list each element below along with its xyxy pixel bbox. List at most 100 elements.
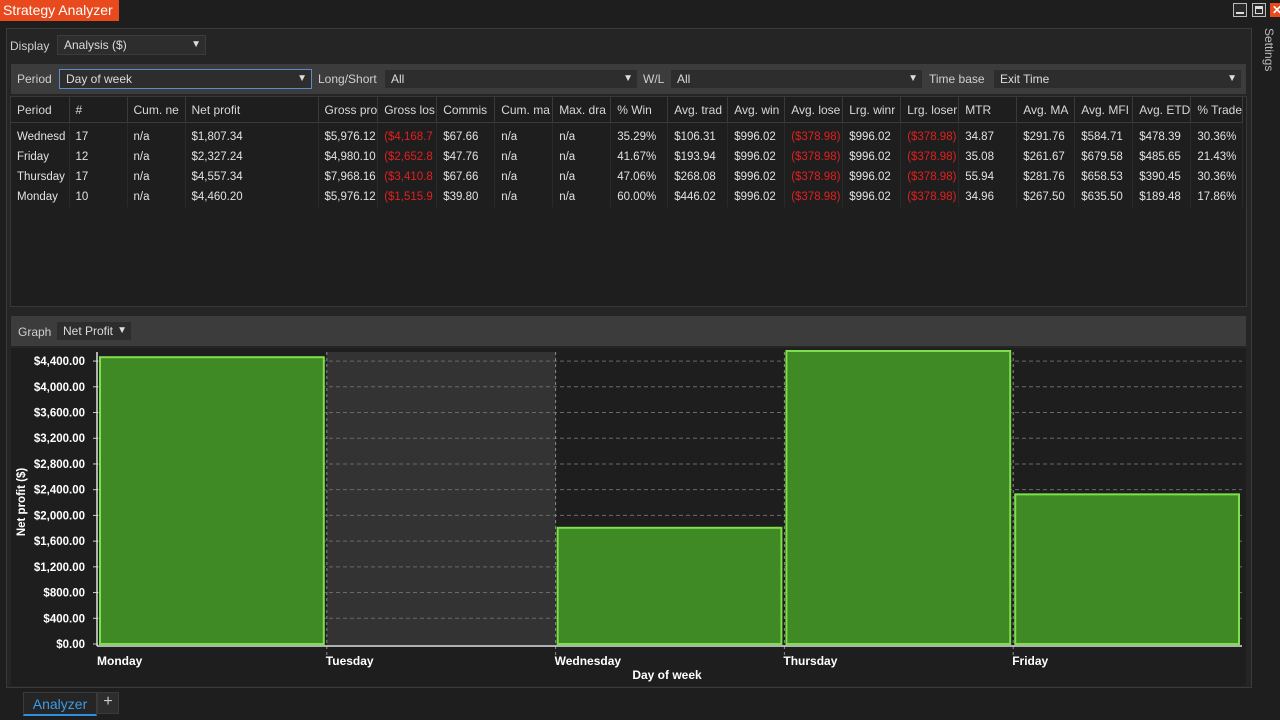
table-cell: $47.76 bbox=[436, 147, 496, 167]
table-cell: 35.08 bbox=[958, 147, 1018, 167]
display-select-value: Analysis ($) bbox=[64, 38, 127, 52]
table-row[interactable]: Friday 12 n/a $2,327.24 $4,980.10 ($2,652.8 $4… bbox=[11, 147, 1244, 167]
table-cell: Friday bbox=[11, 147, 70, 167]
bottom-tab-bar bbox=[0, 690, 1280, 720]
table-cell: $193.94 bbox=[667, 147, 729, 167]
column-header[interactable]: Avg. win bbox=[727, 97, 786, 123]
chevron-down-icon: ▼ bbox=[191, 39, 201, 50]
table-cell: 12 bbox=[69, 147, 128, 167]
title-bar: Strategy Analyzer ✕ bbox=[0, 0, 1280, 22]
table-cell: 60.00% bbox=[610, 187, 669, 207]
column-header[interactable]: Gross pro bbox=[318, 97, 379, 123]
column-header[interactable]: Max. dra bbox=[552, 97, 612, 123]
column-header[interactable]: Lrg. winr bbox=[842, 97, 902, 123]
column-header[interactable]: Net profit bbox=[185, 97, 319, 123]
table-cell: 30.36% bbox=[1190, 167, 1244, 187]
column-header[interactable]: Cum. ma bbox=[494, 97, 554, 123]
period-select[interactable]: Day of week ▼ bbox=[59, 69, 312, 89]
table-cell: 10 bbox=[69, 187, 128, 207]
table-cell: $446.02 bbox=[667, 187, 729, 207]
chevron-down-icon: ▼ bbox=[623, 73, 633, 84]
window-title: Strategy Analyzer bbox=[0, 0, 119, 21]
table-cell: $291.76 bbox=[1016, 122, 1076, 147]
table-cell: Thursday bbox=[11, 167, 70, 187]
maximize-icon[interactable] bbox=[1252, 3, 1266, 17]
table-cell: ($378.98) bbox=[900, 147, 960, 167]
column-header[interactable]: Period bbox=[11, 97, 70, 123]
table-cell: 35.29% bbox=[610, 122, 669, 147]
table-cell: $4,557.34 bbox=[185, 167, 319, 187]
table-cell: $39.80 bbox=[436, 187, 496, 207]
y-tick-label: $1,200.00 bbox=[34, 562, 85, 574]
table-cell: ($4,168.7 bbox=[377, 122, 438, 147]
graph-bar: Graph Net Profit ▼ bbox=[11, 316, 1246, 346]
table-cell: $2,327.24 bbox=[185, 147, 319, 167]
y-tick-label: $0.00 bbox=[56, 639, 85, 651]
table-cell: $268.08 bbox=[667, 167, 729, 187]
column-header[interactable]: Commis bbox=[436, 97, 496, 123]
column-header[interactable]: % Trade bbox=[1190, 97, 1244, 123]
column-header[interactable]: Avg. ETD bbox=[1132, 97, 1192, 123]
table-cell: $1,807.34 bbox=[185, 122, 319, 147]
table-cell: 30.36% bbox=[1190, 122, 1244, 147]
add-tab-button[interactable]: + bbox=[97, 692, 119, 714]
table-row[interactable]: Thursday 17 n/a $4,557.34 $7,968.16 ($3,410.8… bbox=[11, 167, 1244, 187]
column-header[interactable]: # bbox=[69, 97, 128, 123]
table-cell: 55.94 bbox=[958, 167, 1018, 187]
table-cell: n/a bbox=[552, 147, 612, 167]
minimize-icon[interactable] bbox=[1233, 3, 1247, 17]
x-tick-label: Thursday bbox=[783, 654, 837, 668]
table-cell: 34.87 bbox=[958, 122, 1018, 147]
timebase-select[interactable]: Exit Time ▼ bbox=[993, 69, 1242, 89]
close-icon[interactable]: ✕ bbox=[1270, 3, 1280, 17]
table-cell: $996.02 bbox=[842, 147, 902, 167]
table-row[interactable]: Wednesd 17 n/a $1,807.34 $5,976.12 ($4,168.7 $… bbox=[11, 122, 1244, 147]
chart-panel: $0.00 $400.00 $800.00 $1,200.00 $1,600.00 $2,… bbox=[11, 348, 1246, 686]
y-tick-label: $400.00 bbox=[43, 613, 85, 625]
column-header[interactable]: Avg. MFI bbox=[1074, 97, 1134, 123]
display-select[interactable]: Analysis ($) ▼ bbox=[57, 35, 206, 55]
timebase-select-value: Exit Time bbox=[1000, 72, 1050, 86]
table-cell: $267.50 bbox=[1016, 187, 1076, 207]
table-cell: Monday bbox=[11, 187, 70, 207]
longshort-select[interactable]: All ▼ bbox=[384, 69, 638, 89]
column-header[interactable]: Gross los bbox=[377, 97, 438, 123]
settings-side-tab[interactable]: Settings bbox=[1262, 26, 1280, 76]
chevron-down-icon: ▼ bbox=[297, 73, 307, 84]
table-cell: Wednesd bbox=[11, 122, 70, 147]
bar-thursday bbox=[785, 349, 1012, 645]
graph-select[interactable]: Net Profit ▼ bbox=[56, 321, 132, 341]
column-header[interactable]: Avg. MA bbox=[1016, 97, 1076, 123]
column-header[interactable]: Avg. trad bbox=[667, 97, 729, 123]
table-cell: $679.58 bbox=[1074, 147, 1134, 167]
wl-select-value: All bbox=[677, 72, 691, 86]
y-tick-label: $1,600.00 bbox=[34, 536, 85, 548]
table-cell: ($1,515.9 bbox=[377, 187, 438, 207]
column-header[interactable]: Avg. lose bbox=[784, 97, 844, 123]
x-axis-label: Day of week bbox=[632, 668, 702, 682]
column-header[interactable]: MTR bbox=[958, 97, 1018, 123]
column-header[interactable]: Cum. ne bbox=[127, 97, 186, 123]
table-cell: $281.76 bbox=[1016, 167, 1076, 187]
table-cell: ($3,410.8 bbox=[377, 167, 438, 187]
bar-friday bbox=[1014, 493, 1241, 645]
table-cell: n/a bbox=[127, 147, 186, 167]
tab-analyzer[interactable]: Analyzer bbox=[23, 692, 97, 716]
wl-select[interactable]: All ▼ bbox=[670, 69, 923, 89]
column-header[interactable]: Lrg. loser bbox=[900, 97, 960, 123]
column-header[interactable]: % Win bbox=[610, 97, 669, 123]
graph-select-value: Net Profit bbox=[63, 324, 114, 338]
table-cell: n/a bbox=[494, 122, 554, 147]
chevron-down-icon: ▼ bbox=[117, 325, 127, 336]
table-cell: $658.53 bbox=[1074, 167, 1134, 187]
table-cell: 17.86% bbox=[1190, 187, 1244, 207]
y-tick-label: $2,400.00 bbox=[34, 485, 85, 497]
y-tick-label: $2,000.00 bbox=[34, 510, 85, 522]
x-tick-label: Friday bbox=[1012, 654, 1048, 668]
table-cell: $478.39 bbox=[1132, 122, 1192, 147]
table-row[interactable]: Monday 10 n/a $4,460.20 $5,976.12 ($1,515.9 $3… bbox=[11, 187, 1244, 207]
table-cell: $996.02 bbox=[842, 187, 902, 207]
display-label: Display bbox=[10, 39, 50, 53]
x-tick-label: Monday bbox=[97, 654, 143, 668]
chevron-down-icon: ▼ bbox=[908, 73, 918, 84]
